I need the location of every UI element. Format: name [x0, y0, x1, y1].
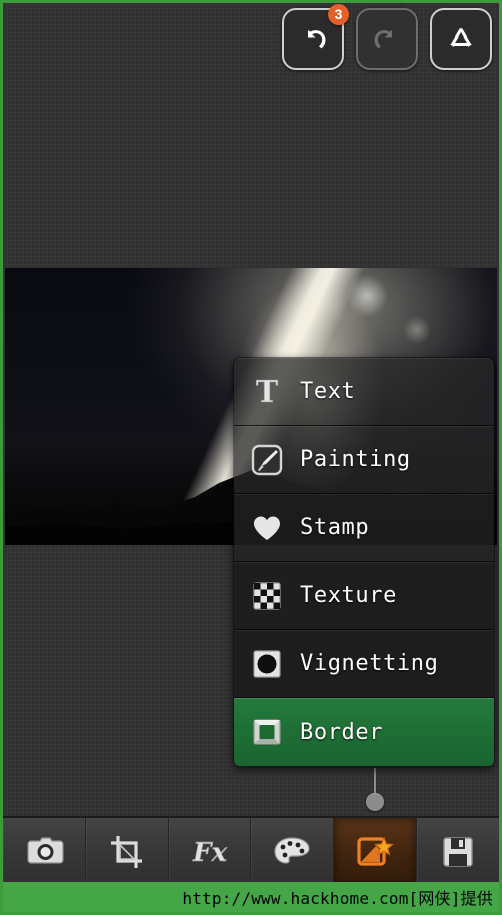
menu-connector-dot — [366, 793, 384, 811]
menu-item-painting[interactable]: Painting — [234, 426, 494, 494]
heart-icon — [234, 511, 300, 545]
watermark-bar: http://www.hackhome.com[网侠]提供 — [3, 882, 499, 912]
svg-text:T: T — [256, 375, 279, 409]
toolbar-button-enhance[interactable] — [334, 818, 418, 885]
svg-text:Fx: Fx — [192, 838, 227, 868]
bottom-toolbar: Fx — [3, 816, 499, 885]
border-frame-icon — [234, 715, 300, 749]
menu-item-vignetting[interactable]: Vignetting — [234, 630, 494, 698]
vignette-circle-icon — [234, 647, 300, 681]
toolbar-button-save[interactable] — [417, 818, 499, 885]
undo-arrow-icon — [308, 30, 326, 49]
top-action-bar: 3 — [282, 4, 492, 70]
menu-item-texture[interactable]: Texture — [234, 562, 494, 630]
menu-item-label: Painting — [300, 447, 411, 472]
paintbrush-icon — [234, 442, 300, 478]
floppy-disk-icon — [443, 836, 473, 867]
toolbar-button-effects[interactable]: Fx — [169, 818, 252, 885]
menu-item-text[interactable]: T Text — [234, 358, 494, 426]
checkerboard-icon — [234, 579, 300, 613]
text-t-icon: T — [234, 375, 300, 409]
menu-item-label: Vignetting — [300, 651, 439, 676]
menu-item-label: Texture — [300, 583, 397, 608]
undo-count-badge: 3 — [328, 4, 349, 25]
watermark-text: http://www.hackhome.com[网侠]提供 — [182, 889, 493, 908]
redo-button[interactable] — [356, 8, 418, 70]
reset-button[interactable] — [430, 8, 492, 70]
fx-icon: Fx — [191, 837, 227, 868]
toolbar-button-crop[interactable] — [86, 818, 169, 885]
menu-item-label: Border — [300, 719, 384, 745]
palette-icon — [274, 836, 310, 864]
menu-item-label: Stamp — [300, 515, 370, 540]
effects-popup-menu: T Text Painting Stamp Texture Vignetting… — [233, 357, 495, 767]
redo-arrow-icon — [374, 30, 392, 49]
undo-button[interactable]: 3 — [282, 4, 349, 70]
app-root: 3 T Text Painting Stamp Texture Vignetti… — [0, 0, 502, 915]
toolbar-button-camera[interactable] — [3, 818, 86, 885]
menu-item-stamp[interactable]: Stamp — [234, 494, 494, 562]
recycle-icon — [450, 27, 472, 47]
camera-icon — [27, 836, 64, 864]
menu-item-label: Text — [300, 379, 356, 404]
menu-item-border[interactable]: Border — [234, 698, 494, 766]
toolbar-button-palette[interactable] — [251, 818, 335, 885]
magic-wand-icon — [357, 836, 395, 866]
crop-icon — [110, 835, 142, 868]
